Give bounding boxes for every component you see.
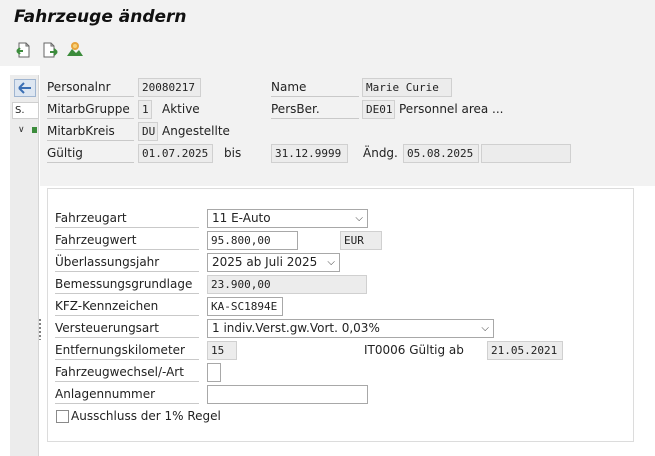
chevron-down-icon[interactable]: ⌵ — [327, 254, 335, 271]
gueltig-to-field: 31.12.9999 — [271, 144, 348, 163]
fahrzeugwert-label: Fahrzeugwert — [55, 230, 199, 250]
mitarbkreis-field: DU — [138, 122, 158, 141]
personalnr-field: 20080217 — [138, 78, 201, 97]
page-title: Fahrzeuge ändern — [14, 7, 187, 27]
ueberlassungsjahr-dropdown[interactable]: 2025 ab Juli 2025 ⌵ — [207, 253, 340, 272]
ausschluss-checkbox[interactable] — [56, 410, 69, 423]
application-toolbar — [0, 36, 655, 66]
mitarbkreis-label: MitarbKreis — [47, 121, 134, 141]
anlagennummer-label: Anlagennummer — [55, 384, 199, 404]
aendg-date-field: 05.08.2025 — [403, 144, 479, 163]
bemessungsgrundlage-field: 23.900,00 — [207, 275, 367, 294]
chevron-down-icon[interactable]: ∨ — [18, 125, 25, 135]
navigation-pane: S. ∨ — [10, 75, 39, 456]
name-field: Marie Curie — [362, 78, 452, 97]
mitarbgruppe-label: MitarbGruppe — [47, 99, 134, 119]
fahrzeugart-value: 11 E-Auto — [212, 211, 271, 225]
fahrzeugart-dropdown[interactable]: 11 E-Auto ⌵ — [207, 209, 368, 228]
chevron-down-icon[interactable]: ⌵ — [355, 210, 363, 227]
splitter-handle[interactable] — [38, 318, 42, 340]
versteuerungsart-value: 1 indiv.Verst.gw.Vort. 0,03% — [212, 321, 380, 335]
versteuerungsart-label: Versteuerungsart — [55, 318, 199, 338]
aendg-label: Ändg. — [363, 146, 398, 160]
fahrzeugart-label: Fahrzeugart — [55, 208, 199, 228]
entfernungskilometer-field: 15 — [207, 341, 237, 360]
versteuerungsart-dropdown[interactable]: 1 indiv.Verst.gw.Vort. 0,03% ⌵ — [207, 319, 494, 338]
persber-label: PersBer. — [271, 99, 359, 119]
fahrzeugwechsel-label: Fahrzeugwechsel/-Art — [55, 362, 199, 382]
ausschluss-label: Ausschluss der 1% Regel — [71, 409, 221, 423]
bis-label: bis — [224, 146, 242, 160]
bemessungsgrundlage-label: Bemessungsgrundlage — [55, 274, 199, 294]
it0006-date-field: 21.05.2021 — [487, 341, 563, 360]
mitarbgruppe-text: Aktive — [162, 102, 200, 116]
ueberlassungsjahr-label: Überlassungsjahr — [55, 252, 199, 272]
overview-icon[interactable] — [66, 41, 84, 59]
gueltig-from-field: 01.07.2025 — [138, 144, 213, 163]
fahrzeugwert-input[interactable]: 95.800,00 — [207, 231, 298, 250]
it0006-label: IT0006 Gültig ab — [364, 343, 464, 357]
previous-record-icon[interactable] — [15, 41, 33, 59]
kfz-kennzeichen-input[interactable]: KA-SC1894E — [207, 297, 283, 316]
back-arrow-icon[interactable] — [14, 79, 36, 97]
gueltig-label: Gültig — [47, 143, 134, 163]
ueberlassungsjahr-value: 2025 ab Juli 2025 — [212, 255, 318, 269]
mitarbgruppe-field: 1 — [138, 100, 152, 119]
title-bar: Fahrzeuge ändern — [0, 0, 655, 36]
anlagennummer-input[interactable] — [207, 385, 368, 404]
folder-icon — [32, 127, 37, 133]
persber-text: Personnel area ... — [399, 102, 504, 116]
personalnr-label: Personalnr — [47, 77, 134, 97]
next-record-icon[interactable] — [41, 41, 59, 59]
aendg-user-field — [481, 144, 571, 163]
persber-field: DE01 — [362, 100, 395, 119]
nav-tab[interactable]: S. — [12, 102, 39, 119]
kfz-kennzeichen-label: KFZ-Kennzeichen — [55, 296, 199, 316]
fahrzeugwechsel-input[interactable] — [207, 363, 221, 382]
chevron-down-icon[interactable]: ⌵ — [481, 320, 489, 337]
entfernungskilometer-label: Entfernungskilometer — [55, 340, 199, 360]
currency-field: EUR — [340, 231, 382, 250]
mitarbkreis-text: Angestellte — [162, 124, 230, 138]
name-label: Name — [271, 77, 359, 97]
